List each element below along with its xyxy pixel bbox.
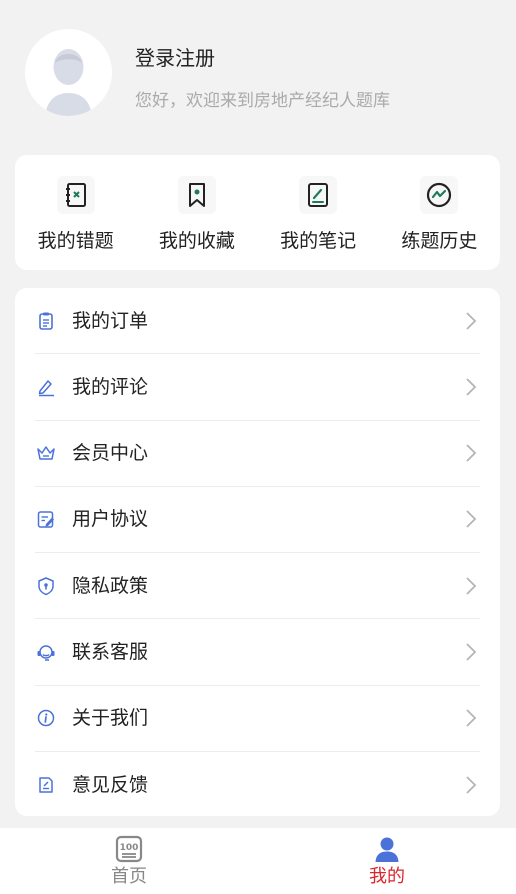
tab-mine[interactable]: 我的 <box>258 828 516 894</box>
profile-header[interactable]: 登录注册 您好，欢迎来到房地产经纪人题库 <box>0 0 516 150</box>
chevron-right-icon <box>464 642 478 662</box>
chevron-right-icon <box>464 443 478 463</box>
feedback-icon <box>35 774 57 796</box>
menu-item-user-agreement[interactable]: 用户协议 <box>35 487 480 553</box>
quick-item-bookmarks[interactable]: 我的收藏 <box>136 155 257 254</box>
chevron-right-icon <box>464 311 478 331</box>
shield-icon <box>35 575 57 597</box>
chevron-right-icon <box>464 377 478 397</box>
quick-item-history[interactable]: 练题历史 <box>379 155 500 254</box>
info-icon <box>35 707 57 729</box>
menu-item-feedback[interactable]: 意见反馈 <box>35 752 480 818</box>
history-chart-icon <box>420 176 459 214</box>
quick-item-notes[interactable]: 我的笔记 <box>258 155 379 254</box>
exam-100-icon: 100 <box>115 835 143 863</box>
default-user-avatar-icon <box>25 29 112 116</box>
tab-mine-label: 我的 <box>369 866 405 887</box>
avatar[interactable] <box>25 29 112 116</box>
tab-home-icon-text: 100 <box>120 843 139 853</box>
welcome-text: 您好，欢迎来到房地产经纪人题库 <box>135 91 390 111</box>
wrong-questions-icon <box>56 176 95 214</box>
notes-icon <box>299 176 338 214</box>
headset-icon <box>35 641 57 663</box>
quick-item-label: 我的笔记 <box>280 230 357 252</box>
chevron-right-icon <box>464 775 478 795</box>
quick-item-label: 练题历史 <box>401 230 478 252</box>
menu-item-privacy-policy[interactable]: 隐私政策 <box>35 553 480 620</box>
menu-list: 我的订单 我的评论 会员中心 用户协议 隐私政策 联系客服 关于我们 意见反馈 <box>15 288 500 816</box>
tab-home[interactable]: 100 首页 <box>0 828 258 894</box>
tab-home-label: 首页 <box>111 866 147 887</box>
quick-item-label: 我的错题 <box>37 230 114 252</box>
quick-item-wrong-questions[interactable]: 我的错题 <box>15 155 136 254</box>
document-edit-icon <box>35 508 57 530</box>
bottom-tab-bar: 100 首页 我的 <box>0 828 516 894</box>
menu-item-membership[interactable]: 会员中心 <box>35 421 480 487</box>
menu-item-orders[interactable]: 我的订单 <box>35 288 480 355</box>
quick-actions-card: 我的错题 我的收藏 我的笔记 练题历史 <box>15 155 500 270</box>
menu-item-about-us[interactable]: 关于我们 <box>35 686 480 752</box>
menu-item-label: 意见反馈 <box>72 773 149 796</box>
menu-item-comments[interactable]: 我的评论 <box>35 354 480 421</box>
menu-item-label: 隐私政策 <box>72 574 149 597</box>
menu-item-label: 我的订单 <box>72 309 149 332</box>
chevron-right-icon <box>464 576 478 596</box>
edit-icon <box>35 376 57 398</box>
bookmark-icon <box>177 176 216 214</box>
crown-icon <box>35 442 57 464</box>
menu-item-label: 用户协议 <box>72 508 149 531</box>
clipboard-icon <box>35 310 57 332</box>
quick-item-label: 我的收藏 <box>158 230 235 252</box>
menu-item-label: 关于我们 <box>72 707 149 730</box>
menu-item-label: 会员中心 <box>72 442 149 465</box>
menu-item-customer-service[interactable]: 联系客服 <box>35 619 480 686</box>
menu-item-label: 我的评论 <box>72 375 149 398</box>
user-icon <box>373 835 401 863</box>
menu-item-label: 联系客服 <box>72 640 149 663</box>
login-register-link[interactable]: 登录注册 <box>135 44 215 72</box>
chevron-right-icon <box>464 708 478 728</box>
chevron-right-icon <box>464 509 478 529</box>
